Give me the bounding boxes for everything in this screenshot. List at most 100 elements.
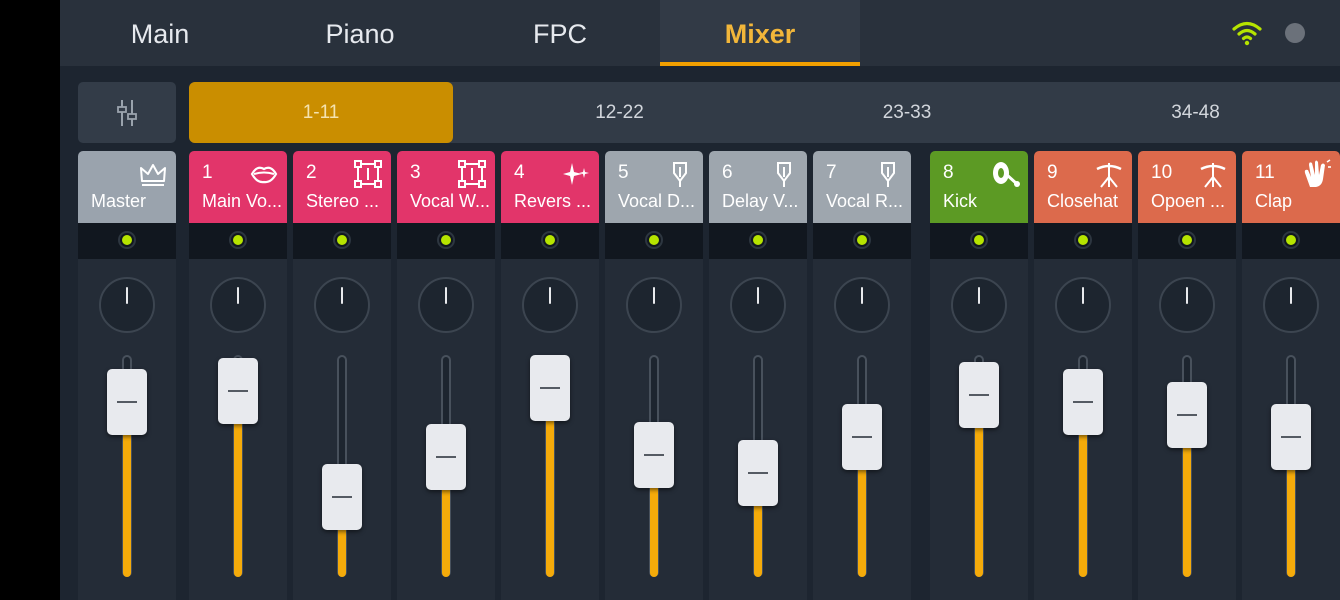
channel-name: Master — [91, 191, 147, 211]
mixer-channel: 10 Opoen ... — [1138, 151, 1236, 600]
channel-header[interactable]: 1 Main Vo... — [189, 151, 287, 223]
channel-active-led[interactable] — [1076, 233, 1090, 247]
channel-led-row — [189, 223, 287, 259]
channel-active-led[interactable] — [751, 233, 765, 247]
channel-led-row — [605, 223, 703, 259]
top-nav-bar: Main Piano FPC Mixer — [60, 0, 1340, 66]
channel-led-row — [78, 223, 176, 259]
range-tab-34-48[interactable]: 34-48 — [1051, 82, 1340, 143]
channel-number: 3 — [410, 162, 421, 183]
channel-header[interactable]: 8 Kick — [930, 151, 1028, 223]
channel-header[interactable]: 9 Closehat — [1034, 151, 1132, 223]
mixer-channel: 3 Vocal W... — [397, 151, 495, 600]
channel-active-led[interactable] — [439, 233, 453, 247]
mixer-sliders-icon — [117, 99, 137, 126]
channel-number: 6 — [722, 162, 733, 183]
channel-active-led[interactable] — [972, 233, 986, 247]
mixer-app: Main Piano FPC Mixer 1-11 12-22 23-33 34… — [60, 0, 1340, 600]
channel-led-row — [930, 223, 1028, 259]
pan-knob[interactable] — [210, 277, 266, 333]
channel-strip — [501, 259, 599, 600]
pan-knob[interactable] — [834, 277, 890, 333]
channel-name: Opoen ... — [1151, 191, 1226, 211]
channel-active-led[interactable] — [1180, 233, 1194, 247]
channel-header[interactable]: 2 Stereo ... — [293, 151, 391, 223]
pan-knob[interactable] — [314, 277, 370, 333]
volume-fader-handle[interactable] — [634, 422, 674, 488]
channel-header[interactable]: 5 Vocal D... — [605, 151, 703, 223]
volume-fader-handle[interactable] — [959, 362, 999, 428]
channel-active-led[interactable] — [335, 233, 349, 247]
volume-fader-handle[interactable] — [530, 355, 570, 421]
channel-strip — [709, 259, 807, 600]
mixer-channel: 8 Kick — [930, 151, 1028, 600]
channel-strip — [813, 259, 911, 600]
channel-name: Closehat — [1047, 191, 1119, 211]
mixer-channel: 4 Revers ... — [501, 151, 599, 600]
volume-fader-handle[interactable] — [1271, 404, 1311, 470]
channel-number: 2 — [306, 162, 317, 183]
mixer-channel: Master — [78, 151, 176, 600]
volume-fader-handle[interactable] — [1063, 369, 1103, 435]
channel-led-row — [1242, 223, 1340, 259]
channel-active-led[interactable] — [120, 233, 134, 247]
mixer-channel: 2 Stereo ... — [293, 151, 391, 600]
pan-knob[interactable] — [99, 277, 155, 333]
range-tab-23-33[interactable]: 23-33 — [763, 82, 1051, 143]
channel-number: 7 — [826, 162, 837, 183]
channel-header[interactable]: 10 Opoen ... — [1138, 151, 1236, 223]
pan-knob[interactable] — [522, 277, 578, 333]
connection-status-dot[interactable] — [1285, 23, 1305, 43]
volume-fader-handle[interactable] — [738, 440, 778, 506]
channel-range-selector: 1-11 12-22 23-33 34-48 — [189, 82, 1340, 143]
channel-number: 1 — [202, 162, 213, 183]
send-icon — [881, 162, 895, 187]
channel-header[interactable]: 3 Vocal W... — [397, 151, 495, 223]
pan-knob[interactable] — [1159, 277, 1215, 333]
mixer-settings-button[interactable] — [78, 82, 176, 143]
channel-active-led[interactable] — [647, 233, 661, 247]
channel-strip — [189, 259, 287, 600]
lips-icon — [250, 166, 278, 184]
send-icon — [673, 162, 687, 187]
pan-knob[interactable] — [1263, 277, 1319, 333]
channel-active-led[interactable] — [543, 233, 557, 247]
channel-active-led[interactable] — [231, 233, 245, 247]
channel-number: 11 — [1255, 162, 1275, 183]
channel-active-led[interactable] — [855, 233, 869, 247]
volume-fader-handle[interactable] — [218, 358, 258, 424]
volume-fader-handle[interactable] — [107, 369, 147, 435]
volume-fader-handle[interactable] — [842, 404, 882, 470]
channel-header[interactable]: 4 Revers ... — [501, 151, 599, 223]
pan-knob[interactable] — [730, 277, 786, 333]
tab-piano[interactable]: Piano — [260, 0, 460, 66]
sparkle-icon — [563, 163, 589, 185]
channel-led-row — [1138, 223, 1236, 259]
pan-knob[interactable] — [418, 277, 474, 333]
tab-fpc[interactable]: FPC — [460, 0, 660, 66]
channel-led-row — [813, 223, 911, 259]
volume-fader-handle[interactable] — [426, 424, 466, 490]
channel-name: Vocal W... — [410, 191, 491, 211]
volume-fader-handle[interactable] — [1167, 382, 1207, 448]
volume-fader-handle[interactable] — [322, 464, 362, 530]
mixer-channel: 9 Closehat — [1034, 151, 1132, 600]
channel-led-row — [501, 223, 599, 259]
channel-header[interactable]: 6 Delay V... — [709, 151, 807, 223]
pan-knob[interactable] — [626, 277, 682, 333]
channel-active-led[interactable] — [1284, 233, 1298, 247]
hihat-icon — [1200, 163, 1226, 188]
channel-name: Kick — [943, 191, 978, 211]
pan-knob[interactable] — [1055, 277, 1111, 333]
tab-main[interactable]: Main — [60, 0, 260, 66]
channel-header[interactable]: 11 Clap — [1242, 151, 1340, 223]
channel-name: Main Vo... — [202, 191, 283, 211]
channel-header[interactable]: Master — [78, 151, 176, 223]
range-tab-12-22[interactable]: 12-22 — [476, 82, 763, 143]
mixer-channel: 7 Vocal R... — [813, 151, 911, 600]
channel-number: 8 — [943, 162, 954, 183]
channel-header[interactable]: 7 Vocal R... — [813, 151, 911, 223]
tab-mixer[interactable]: Mixer — [660, 0, 860, 66]
pan-knob[interactable] — [951, 277, 1007, 333]
range-tab-1-11[interactable]: 1-11 — [189, 82, 453, 143]
